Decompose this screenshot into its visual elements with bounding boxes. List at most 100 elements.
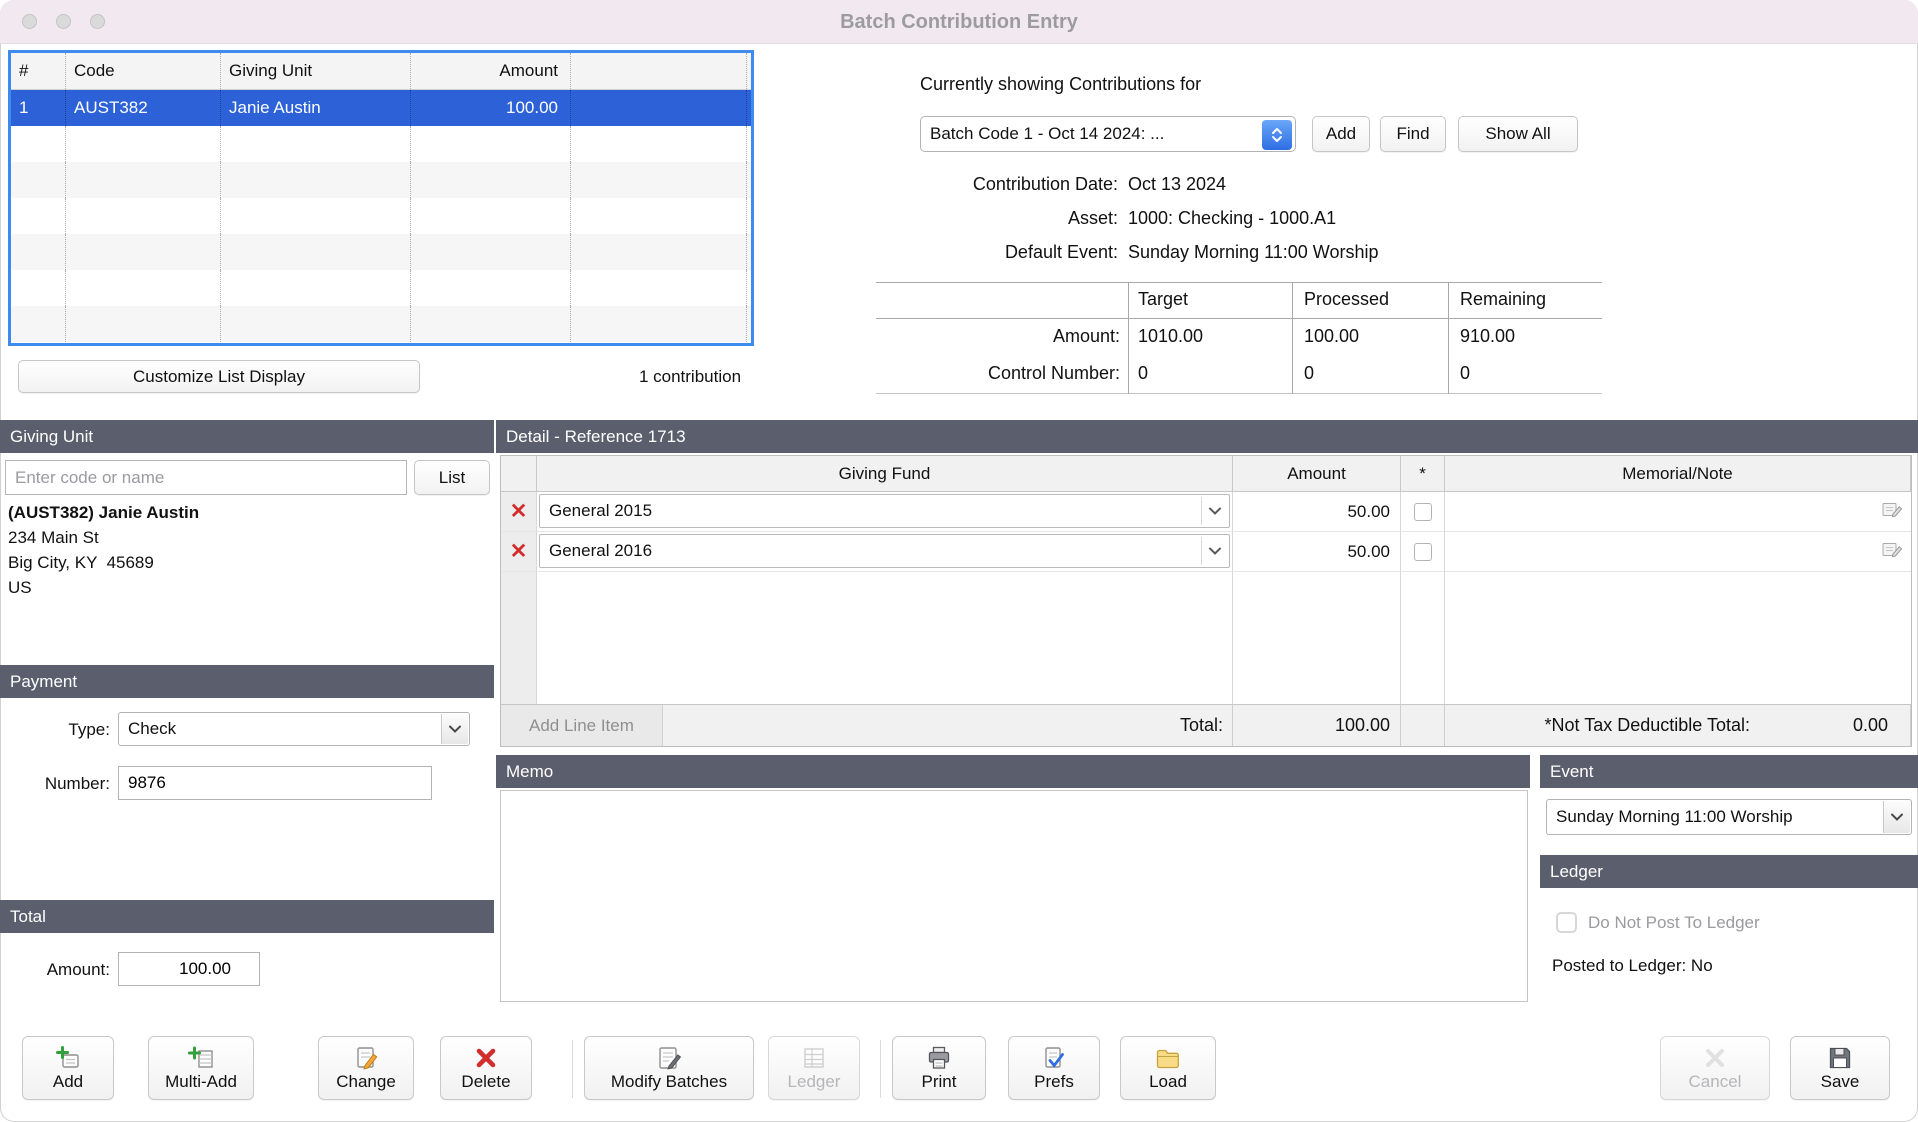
summary-control-target: 0 bbox=[1138, 363, 1148, 384]
chevron-down-icon bbox=[1883, 801, 1910, 833]
giving-unit-name: (AUST382) Janie Austin bbox=[8, 503, 199, 523]
do-not-post-checkbox[interactable] bbox=[1556, 912, 1577, 933]
multi-add-button[interactable]: Multi-Add bbox=[148, 1036, 254, 1100]
giving-unit-header: Giving Unit bbox=[0, 420, 494, 453]
giving-unit-list-button[interactable]: List bbox=[414, 460, 490, 495]
chevron-down-icon bbox=[441, 714, 468, 744]
event-select-value: Sunday Morning 11:00 Worship bbox=[1547, 800, 1911, 834]
cancel-button: Cancel bbox=[1660, 1036, 1770, 1100]
close-button[interactable] bbox=[22, 14, 37, 29]
modify-batches-icon bbox=[656, 1045, 682, 1071]
payment-type-select[interactable]: Check bbox=[118, 712, 470, 746]
memorial-note-field[interactable] bbox=[1445, 492, 1911, 532]
summary-col-target: Target bbox=[1138, 289, 1188, 310]
multi-add-icon bbox=[188, 1045, 214, 1071]
summary-col-processed: Processed bbox=[1304, 289, 1389, 310]
col-giving-unit[interactable]: Giving Unit bbox=[221, 53, 411, 89]
contribution-count: 1 contribution bbox=[540, 360, 840, 393]
batch-add-button[interactable]: Add bbox=[1312, 116, 1370, 152]
giving-fund-value: General 2015 bbox=[540, 495, 1229, 527]
line-amount-field[interactable]: 50.00 bbox=[1233, 492, 1401, 532]
total-amount-input[interactable] bbox=[118, 952, 260, 986]
empty-row bbox=[11, 234, 751, 270]
minimize-button[interactable] bbox=[56, 14, 71, 29]
line-amount-field[interactable]: 50.00 bbox=[1233, 532, 1401, 572]
batch-contribution-entry-window: Batch Contribution Entry # Code Giving U… bbox=[0, 0, 1918, 1122]
giving-fund-select[interactable]: General 2015 bbox=[539, 494, 1230, 528]
batch-show-all-button[interactable]: Show All bbox=[1458, 116, 1578, 152]
empty-row bbox=[11, 162, 751, 198]
note-icon[interactable] bbox=[1881, 539, 1903, 564]
detail-total-label: Total: bbox=[663, 705, 1232, 746]
note-icon[interactable] bbox=[1881, 499, 1903, 524]
summary-control-remaining: 0 bbox=[1460, 363, 1470, 384]
col-num[interactable]: # bbox=[11, 53, 66, 89]
col-extra bbox=[571, 53, 747, 89]
summary-amount-remaining: 910.00 bbox=[1460, 326, 1515, 347]
summary-amount-target: 1010.00 bbox=[1138, 326, 1203, 347]
ntd-total-label: *Not Tax Deductible Total: bbox=[1545, 705, 1750, 746]
zoom-button[interactable] bbox=[90, 14, 105, 29]
memorial-note-field[interactable] bbox=[1445, 532, 1911, 572]
giving-unit-search-input[interactable] bbox=[5, 460, 407, 495]
memo-header: Memo bbox=[496, 755, 1530, 788]
delete-line-button[interactable]: ✕ bbox=[501, 492, 537, 532]
load-icon bbox=[1155, 1045, 1181, 1071]
detail-header: Detail - Reference 1713 bbox=[496, 420, 1918, 453]
summary-amount-label: Amount: bbox=[876, 326, 1120, 347]
batch-select-value: Batch Code 1 - Oct 14 2024: ... bbox=[921, 117, 1295, 151]
col-amount[interactable]: Amount bbox=[411, 53, 571, 89]
print-icon bbox=[926, 1045, 952, 1071]
contribution-date-value: Oct 13 2024 bbox=[1128, 174, 1226, 200]
empty-row bbox=[11, 198, 751, 234]
summary-control-label: Control Number: bbox=[876, 363, 1120, 384]
delete-button[interactable]: Delete bbox=[440, 1036, 532, 1100]
payment-header: Payment bbox=[0, 665, 494, 698]
contributions-table-header: # Code Giving Unit Amount bbox=[11, 53, 751, 90]
ledger-icon bbox=[801, 1045, 827, 1071]
change-icon bbox=[353, 1045, 379, 1071]
summary-amount-processed: 100.00 bbox=[1304, 326, 1359, 347]
memo-textarea[interactable] bbox=[500, 790, 1528, 1002]
load-button[interactable]: Load bbox=[1120, 1036, 1216, 1100]
col-giving-fund: Giving Fund bbox=[537, 456, 1233, 492]
not-tax-deductible-checkbox[interactable] bbox=[1414, 543, 1432, 561]
empty-row bbox=[11, 126, 751, 162]
modify-batches-button[interactable]: Modify Batches bbox=[584, 1036, 754, 1100]
titlebar: Batch Contribution Entry bbox=[0, 0, 1918, 44]
print-button[interactable]: Print bbox=[892, 1036, 986, 1100]
col-memorial-note: Memorial/Note bbox=[1445, 456, 1911, 492]
add-button[interactable]: Add bbox=[22, 1036, 114, 1100]
cell-code: AUST382 bbox=[66, 90, 221, 126]
batch-find-button[interactable]: Find bbox=[1380, 116, 1446, 152]
cell-giving-unit: Janie Austin bbox=[221, 90, 411, 126]
ledger-header: Ledger bbox=[1540, 855, 1918, 888]
window-title: Batch Contribution Entry bbox=[0, 0, 1918, 44]
payment-number-input[interactable] bbox=[118, 766, 432, 800]
ledger-button: Ledger bbox=[768, 1036, 860, 1100]
do-not-post-label: Do Not Post To Ledger bbox=[1588, 912, 1760, 933]
save-icon bbox=[1827, 1045, 1853, 1071]
giving-fund-select[interactable]: General 2016 bbox=[539, 534, 1230, 568]
save-button[interactable]: Save bbox=[1790, 1036, 1890, 1100]
batch-select[interactable]: Batch Code 1 - Oct 14 2024: ... bbox=[920, 116, 1296, 152]
delete-line-button[interactable]: ✕ bbox=[501, 532, 537, 572]
table-row[interactable]: 1 AUST382 Janie Austin 100.00 bbox=[11, 90, 751, 126]
payment-number-label: Number: bbox=[0, 774, 110, 794]
detail-empty-area bbox=[501, 572, 1911, 704]
cell-num: 1 bbox=[11, 90, 66, 126]
add-line-item-button[interactable]: Add Line Item bbox=[501, 705, 663, 746]
col-code[interactable]: Code bbox=[66, 53, 221, 89]
detail-table-footer: Add Line Item Total: 100.00 *Not Tax Ded… bbox=[501, 704, 1911, 746]
prefs-button[interactable]: Prefs bbox=[1008, 1036, 1100, 1100]
not-tax-deductible-checkbox[interactable] bbox=[1414, 503, 1432, 521]
delete-x-icon: ✕ bbox=[510, 541, 528, 562]
customize-list-display-button[interactable]: Customize List Display bbox=[18, 360, 420, 393]
contributions-table[interactable]: # Code Giving Unit Amount 1 AUST382 Jani… bbox=[8, 50, 754, 346]
change-button[interactable]: Change bbox=[318, 1036, 414, 1100]
detail-table-header: Giving Fund Amount * Memorial/Note bbox=[501, 456, 1911, 492]
add-icon bbox=[55, 1045, 81, 1071]
chevron-down-icon bbox=[1201, 497, 1227, 525]
event-select[interactable]: Sunday Morning 11:00 Worship bbox=[1546, 799, 1912, 835]
detail-line-item: ✕ General 2015 50.00 bbox=[501, 492, 1911, 532]
